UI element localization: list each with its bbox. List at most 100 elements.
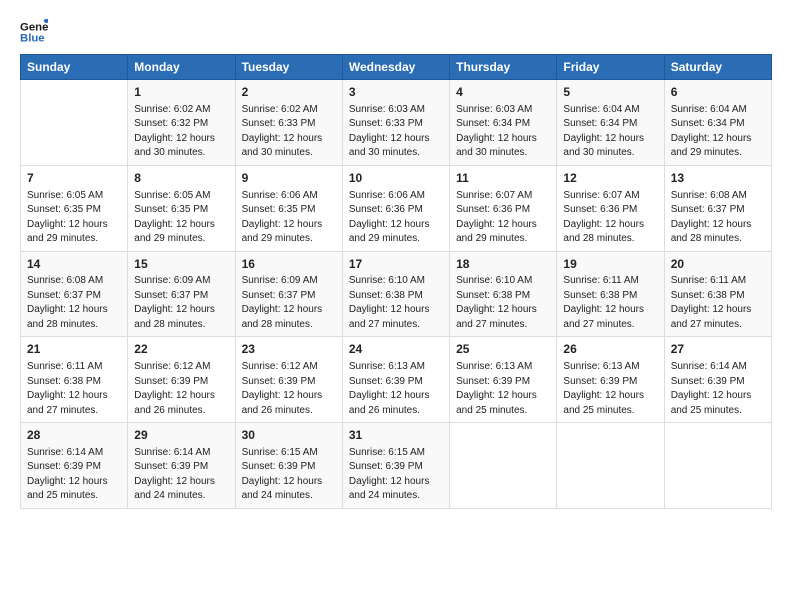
header-thursday: Thursday: [450, 55, 557, 80]
day-number: 27: [671, 341, 765, 358]
week-row-1: 1 Sunrise: 6:02 AM Sunset: 6:32 PM Daylig…: [21, 80, 772, 166]
day-info: Sunrise: 6:09 AM Sunset: 6:37 PM Dayligh…: [134, 274, 228, 332]
day-number: 22: [134, 341, 228, 358]
day-info: Sunrise: 6:13 AM Sunset: 6:39 PM Dayligh…: [349, 360, 443, 418]
calendar-cell: 1 Sunrise: 6:02 AM Sunset: 6:32 PM Daylig…: [128, 80, 235, 166]
day-info: Sunrise: 6:05 AM Sunset: 6:35 PM Dayligh…: [134, 189, 228, 247]
calendar-cell: 3 Sunrise: 6:03 AM Sunset: 6:33 PM Daylig…: [342, 80, 449, 166]
day-number: 5: [563, 84, 657, 101]
day-info: Sunrise: 6:08 AM Sunset: 6:37 PM Dayligh…: [27, 274, 121, 332]
day-number: 12: [563, 170, 657, 187]
day-number: 31: [349, 427, 443, 444]
calendar-cell: 22 Sunrise: 6:12 AM Sunset: 6:39 PM Dayli…: [128, 337, 235, 423]
day-number: 11: [456, 170, 550, 187]
calendar-cell: [21, 80, 128, 166]
calendar-cell: 17Sunrise: 6:10 AM Sunset: 6:38 PM Dayli…: [342, 251, 449, 337]
day-number: 29: [134, 427, 228, 444]
day-number: 13: [671, 170, 765, 187]
calendar-cell: 27 Sunrise: 6:14 AM Sunset: 6:39 PM Dayli…: [664, 337, 771, 423]
calendar-cell: 18Sunrise: 6:10 AM Sunset: 6:38 PM Dayli…: [450, 251, 557, 337]
day-number: 2: [242, 84, 336, 101]
header-wednesday: Wednesday: [342, 55, 449, 80]
day-info: Sunrise: 6:02 AM Sunset: 6:32 PM Dayligh…: [134, 103, 228, 161]
calendar-cell: 31 Sunrise: 6:15 AM Sunset: 6:39 PM Dayli…: [342, 423, 449, 509]
header-monday: Monday: [128, 55, 235, 80]
calendar-cell: 21 Sunrise: 6:11 AM Sunset: 6:38 PM Dayli…: [21, 337, 128, 423]
day-info: Sunrise: 6:06 AM Sunset: 6:35 PM Dayligh…: [242, 189, 336, 247]
day-info: Sunrise: 6:10 AM Sunset: 6:38 PM Dayligh…: [349, 274, 443, 332]
header-saturday: Saturday: [664, 55, 771, 80]
day-number: 16: [242, 256, 336, 273]
day-info: Sunrise: 6:14 AM Sunset: 6:39 PM Dayligh…: [671, 360, 765, 418]
calendar-cell: 14Sunrise: 6:08 AM Sunset: 6:37 PM Dayli…: [21, 251, 128, 337]
header-row: General Blue: [20, 18, 772, 46]
day-number: 25: [456, 341, 550, 358]
day-info: Sunrise: 6:12 AM Sunset: 6:39 PM Dayligh…: [242, 360, 336, 418]
calendar-cell: 12Sunrise: 6:07 AM Sunset: 6:36 PM Dayli…: [557, 165, 664, 251]
calendar-table: SundayMondayTuesdayWednesdayThursdayFrid…: [20, 54, 772, 509]
day-info: Sunrise: 6:15 AM Sunset: 6:39 PM Dayligh…: [349, 446, 443, 504]
calendar-cell: 6Sunrise: 6:04 AM Sunset: 6:34 PM Daylig…: [664, 80, 771, 166]
svg-text:Blue: Blue: [20, 33, 45, 45]
generalblue-icon: General Blue: [20, 18, 48, 46]
calendar-cell: 26 Sunrise: 6:13 AM Sunset: 6:39 PM Dayli…: [557, 337, 664, 423]
day-number: 23: [242, 341, 336, 358]
week-row-4: 21 Sunrise: 6:11 AM Sunset: 6:38 PM Dayli…: [21, 337, 772, 423]
week-row-2: 7Sunrise: 6:05 AM Sunset: 6:35 PM Daylig…: [21, 165, 772, 251]
day-number: 26: [563, 341, 657, 358]
day-number: 24: [349, 341, 443, 358]
svg-text:General: General: [20, 21, 48, 33]
day-info: Sunrise: 6:12 AM Sunset: 6:39 PM Dayligh…: [134, 360, 228, 418]
day-info: Sunrise: 6:13 AM Sunset: 6:39 PM Dayligh…: [563, 360, 657, 418]
day-number: 6: [671, 84, 765, 101]
calendar-cell: 29 Sunrise: 6:14 AM Sunset: 6:39 PM Dayli…: [128, 423, 235, 509]
day-info: Sunrise: 6:03 AM Sunset: 6:33 PM Dayligh…: [349, 103, 443, 161]
calendar-cell: 28 Sunrise: 6:14 AM Sunset: 6:39 PM Dayli…: [21, 423, 128, 509]
day-number: 15: [134, 256, 228, 273]
calendar-cell: 25 Sunrise: 6:13 AM Sunset: 6:39 PM Dayli…: [450, 337, 557, 423]
day-info: Sunrise: 6:02 AM Sunset: 6:33 PM Dayligh…: [242, 103, 336, 161]
day-info: Sunrise: 6:14 AM Sunset: 6:39 PM Dayligh…: [27, 446, 121, 504]
day-info: Sunrise: 6:13 AM Sunset: 6:39 PM Dayligh…: [456, 360, 550, 418]
day-info: Sunrise: 6:06 AM Sunset: 6:36 PM Dayligh…: [349, 189, 443, 247]
calendar-cell: 30Sunrise: 6:15 AM Sunset: 6:39 PM Dayli…: [235, 423, 342, 509]
calendar-cell: 13 Sunrise: 6:08 AM Sunset: 6:37 PM Dayli…: [664, 165, 771, 251]
day-number: 3: [349, 84, 443, 101]
day-info: Sunrise: 6:04 AM Sunset: 6:34 PM Dayligh…: [563, 103, 657, 161]
day-info: Sunrise: 6:05 AM Sunset: 6:35 PM Dayligh…: [27, 189, 121, 247]
calendar-header-row: SundayMondayTuesdayWednesdayThursdayFrid…: [21, 55, 772, 80]
header-tuesday: Tuesday: [235, 55, 342, 80]
day-number: 10: [349, 170, 443, 187]
calendar-cell: 20Sunrise: 6:11 AM Sunset: 6:38 PM Dayli…: [664, 251, 771, 337]
day-number: 1: [134, 84, 228, 101]
day-number: 8: [134, 170, 228, 187]
calendar-cell: 11Sunrise: 6:07 AM Sunset: 6:36 PM Dayli…: [450, 165, 557, 251]
day-number: 21: [27, 341, 121, 358]
calendar-cell: 7Sunrise: 6:05 AM Sunset: 6:35 PM Daylig…: [21, 165, 128, 251]
calendar-cell: [664, 423, 771, 509]
day-info: Sunrise: 6:10 AM Sunset: 6:38 PM Dayligh…: [456, 274, 550, 332]
day-number: 19: [563, 256, 657, 273]
day-number: 28: [27, 427, 121, 444]
calendar-cell: 8 Sunrise: 6:05 AM Sunset: 6:35 PM Daylig…: [128, 165, 235, 251]
header-friday: Friday: [557, 55, 664, 80]
day-number: 18: [456, 256, 550, 273]
day-info: Sunrise: 6:11 AM Sunset: 6:38 PM Dayligh…: [563, 274, 657, 332]
day-info: Sunrise: 6:08 AM Sunset: 6:37 PM Dayligh…: [671, 189, 765, 247]
header-sunday: Sunday: [21, 55, 128, 80]
calendar-cell: 10 Sunrise: 6:06 AM Sunset: 6:36 PM Dayli…: [342, 165, 449, 251]
day-number: 9: [242, 170, 336, 187]
day-info: Sunrise: 6:09 AM Sunset: 6:37 PM Dayligh…: [242, 274, 336, 332]
calendar-cell: [450, 423, 557, 509]
calendar-cell: 24 Sunrise: 6:13 AM Sunset: 6:39 PM Dayli…: [342, 337, 449, 423]
day-info: Sunrise: 6:14 AM Sunset: 6:39 PM Dayligh…: [134, 446, 228, 504]
day-number: 14: [27, 256, 121, 273]
week-row-5: 28 Sunrise: 6:14 AM Sunset: 6:39 PM Dayli…: [21, 423, 772, 509]
day-number: 20: [671, 256, 765, 273]
calendar-cell: 16Sunrise: 6:09 AM Sunset: 6:37 PM Dayli…: [235, 251, 342, 337]
calendar-cell: 19Sunrise: 6:11 AM Sunset: 6:38 PM Dayli…: [557, 251, 664, 337]
calendar-cell: 2 Sunrise: 6:02 AM Sunset: 6:33 PM Daylig…: [235, 80, 342, 166]
calendar-cell: [557, 423, 664, 509]
day-number: 17: [349, 256, 443, 273]
day-info: Sunrise: 6:11 AM Sunset: 6:38 PM Dayligh…: [27, 360, 121, 418]
